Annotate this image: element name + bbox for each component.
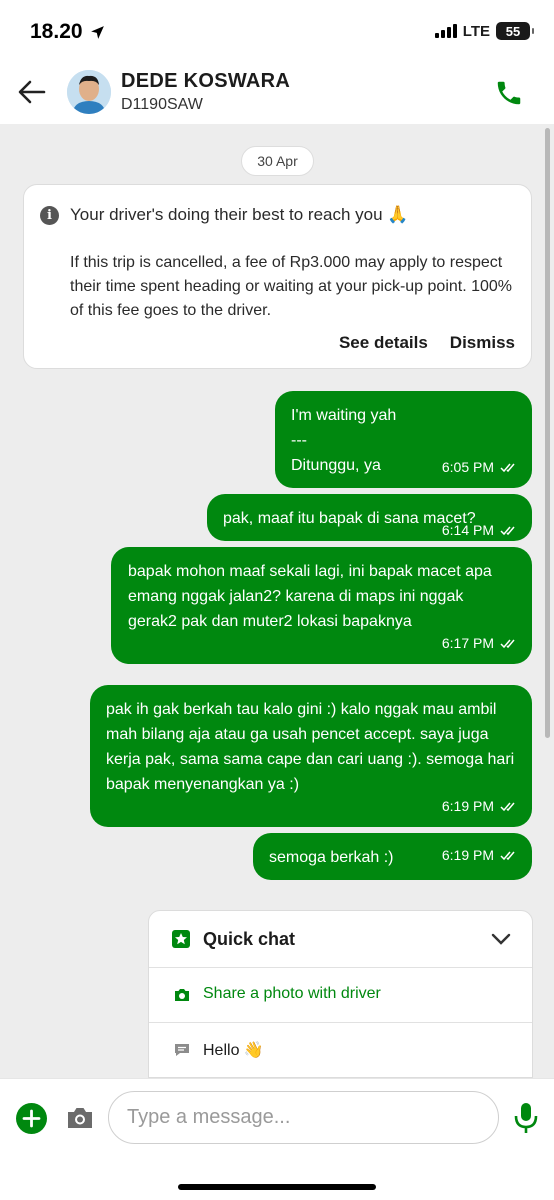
cancellation-notice: i Your driver's doing their best to reac… (23, 184, 532, 369)
message-time: 6:14 PM (441, 522, 494, 538)
notice-actions: See details Dismiss (339, 333, 515, 353)
avatar-image (67, 70, 111, 114)
star-badge-icon (172, 930, 190, 948)
quick-chat-item-label: Hello 👋 (203, 1042, 264, 1059)
quick-chat-item-share-photo[interactable]: Share a photo with driver (149, 968, 532, 1023)
notice-body: If this trip is cancelled, a fee of Rp3.… (70, 254, 513, 319)
dismiss-link[interactable]: Dismiss (450, 333, 515, 353)
message-bubble[interactable]: pak, maaf itu bapak di sana macet? 6:14 … (207, 494, 532, 541)
chat-area[interactable]: 30 Apr i Your driver's doing their best … (0, 124, 554, 1078)
message-time: 6:19 PM (441, 847, 494, 863)
double-check-icon (500, 802, 515, 811)
status-time: 18.20 (30, 20, 106, 44)
camera-icon (68, 1108, 92, 1128)
message-meta: 6:19 PM (442, 843, 518, 868)
message-bubble[interactable]: I'm waiting yah --- Ditunggu, ya 6:05 PM (275, 391, 532, 488)
message-meta: 6:17 PM (442, 631, 518, 656)
battery-level: 55 (505, 23, 521, 39)
vehicle-plate: D1190SAW (121, 96, 203, 113)
see-details-link[interactable]: See details (339, 333, 428, 353)
battery-icon: 55 (496, 22, 534, 40)
message-meta: 6:05 PM (442, 455, 518, 480)
network-label: LTE (462, 22, 490, 40)
add-button[interactable] (16, 1103, 47, 1134)
mic-button[interactable] (512, 1101, 540, 1135)
message-bubble[interactable]: pak ih gak berkah tau kalo gini :) kalo … (90, 685, 532, 827)
chevron-down-icon[interactable] (490, 929, 512, 949)
camera-icon (175, 989, 189, 1001)
notice-title: Your driver's doing their best to reach … (70, 205, 409, 224)
message-time: 6:19 PM (441, 798, 494, 814)
double-check-icon (500, 463, 515, 472)
double-check-icon (500, 851, 515, 860)
signal-icon (434, 24, 457, 38)
message-time: 6:05 PM (441, 459, 494, 475)
location-arrow-icon (90, 25, 104, 39)
double-check-icon (500, 639, 515, 648)
quick-chat-panel: Quick chat Share a photo with driver Hel… (148, 910, 533, 1078)
composer-bar (0, 1078, 554, 1158)
quick-chat-item-hello[interactable]: Hello 👋 (149, 1023, 532, 1077)
status-indicators: LTE 55 (434, 22, 534, 40)
clock-text: 18.20 (30, 20, 83, 43)
message-time: 6:17 PM (441, 635, 494, 651)
message-bubble[interactable]: semoga berkah :) 6:19 PM (253, 833, 532, 880)
chat-header: DEDE KOSWARA D1190SAW (0, 62, 554, 124)
quick-chat-header[interactable]: Quick chat (149, 911, 532, 968)
arrow-left-icon (18, 80, 46, 104)
driver-name: DEDE KOSWARA (121, 70, 291, 92)
info-icon: i (40, 206, 59, 225)
quick-chat-title: Quick chat (203, 929, 296, 949)
message-meta: 6:19 PM (442, 794, 518, 819)
home-area (0, 1158, 554, 1200)
message-text: pak ih gak berkah tau kalo gini :) kalo … (106, 701, 515, 793)
microphone-icon (514, 1103, 538, 1133)
message-input[interactable] (108, 1091, 499, 1144)
quick-chat-item-label: Share a photo with driver (203, 985, 381, 1002)
date-chip: 30 Apr (241, 146, 314, 176)
phone-icon (497, 81, 521, 105)
message-text: bapak mohon maaf sekali lagi, ini bapak … (128, 563, 492, 630)
status-bar: 18.20 LTE 55 (0, 0, 554, 62)
double-check-icon (500, 526, 515, 535)
back-button[interactable] (14, 76, 50, 108)
home-indicator[interactable] (178, 1184, 376, 1190)
message-bubble[interactable]: bapak mohon maaf sekali lagi, ini bapak … (111, 547, 532, 664)
chat-scrollbar[interactable] (545, 128, 550, 738)
call-button[interactable] (494, 78, 524, 108)
driver-avatar[interactable] (67, 70, 111, 114)
camera-button[interactable] (66, 1105, 94, 1131)
message-meta: 6:14 PM (442, 518, 518, 543)
plus-icon (22, 1109, 41, 1128)
chat-bubble-icon (175, 1044, 189, 1056)
